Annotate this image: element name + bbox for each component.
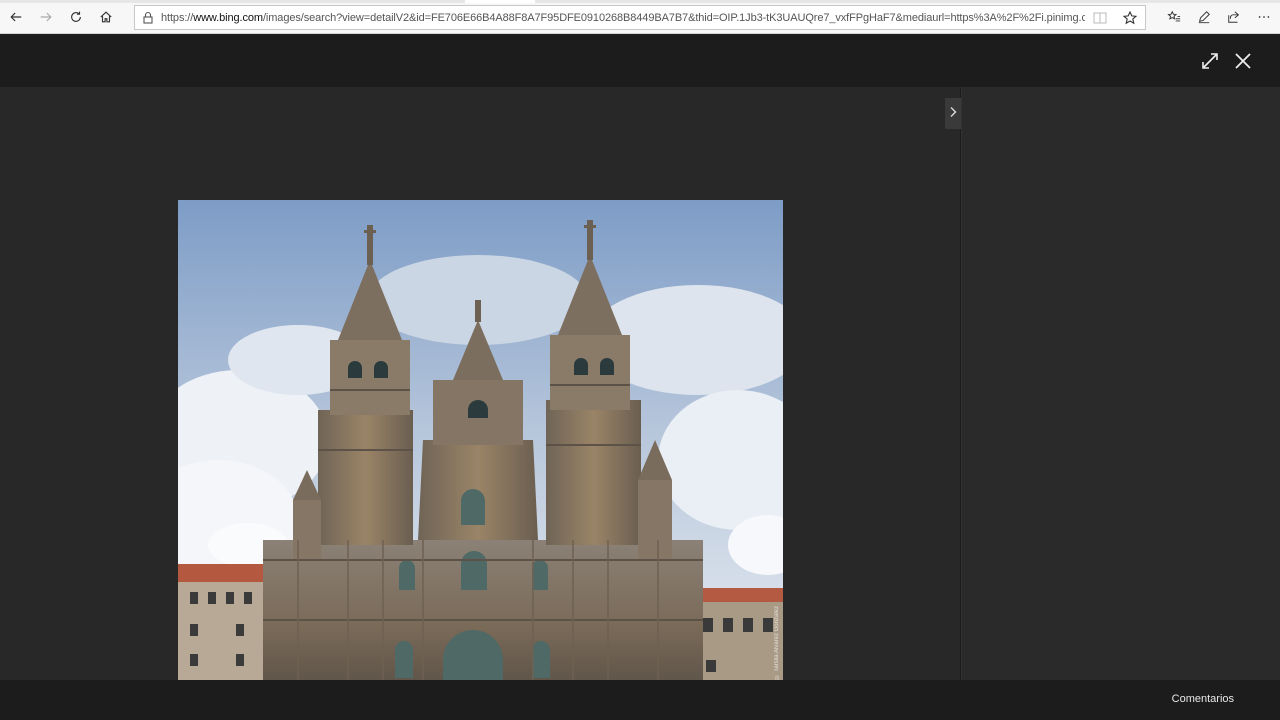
reading-view-icon[interactable] xyxy=(1085,6,1115,29)
pen-icon[interactable] xyxy=(1193,6,1215,28)
cathedral-photo[interactable]: © Tarsila Alvarez Gonzalez xyxy=(178,200,783,685)
details-side-panel xyxy=(961,87,1280,680)
photo-watermark: © Tarsila Alvarez Gonzalez xyxy=(774,605,780,679)
viewer-bottom-bar: Comentarios xyxy=(0,680,1280,720)
image-viewer: © Tarsila Alvarez Gonzalez Comentarios xyxy=(0,34,1280,720)
home-icon[interactable] xyxy=(95,6,117,28)
collapse-panel-button[interactable] xyxy=(945,98,961,129)
lock-icon[interactable] xyxy=(135,6,161,29)
url-host: www.bing.com xyxy=(193,11,263,24)
url-prefix: https:// xyxy=(161,11,194,24)
chevron-right-icon xyxy=(949,105,957,123)
favorites-hub-icon[interactable] xyxy=(1163,6,1185,28)
share-icon[interactable] xyxy=(1223,6,1245,28)
refresh-icon[interactable] xyxy=(65,6,87,28)
star-icon[interactable] xyxy=(1115,6,1145,29)
close-icon[interactable] xyxy=(1230,48,1256,74)
back-arrow-icon[interactable] xyxy=(5,6,27,28)
active-tab[interactable] xyxy=(465,0,535,3)
url-path: /images/search?view=detailV2&id=FE706E66… xyxy=(262,11,1085,24)
address-bar[interactable]: https://www.bing.com/images/search?view=… xyxy=(134,5,1146,30)
viewer-top-bar xyxy=(0,34,1280,87)
browser-toolbar: https://www.bing.com/images/search?view=… xyxy=(0,0,1280,34)
expand-icon[interactable] xyxy=(1197,48,1223,74)
forward-arrow-icon[interactable] xyxy=(35,6,57,28)
url-text[interactable]: https://www.bing.com/images/search?view=… xyxy=(161,12,1085,24)
more-icon[interactable] xyxy=(1253,6,1275,28)
image-stage: © Tarsila Alvarez Gonzalez xyxy=(0,87,960,685)
tab-strip xyxy=(0,0,1280,3)
comments-link[interactable]: Comentarios xyxy=(1172,693,1234,705)
